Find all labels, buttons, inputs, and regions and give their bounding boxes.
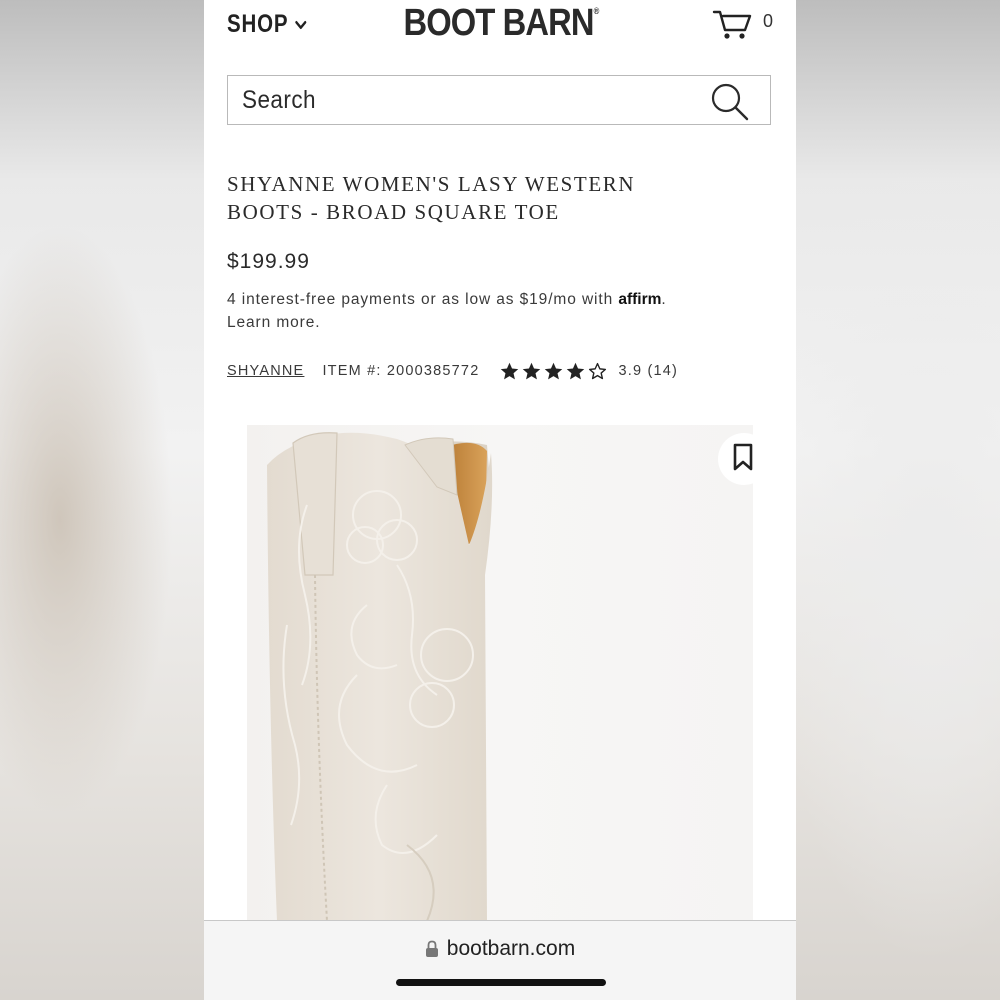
shop-menu-button[interactable]: SHOP [227, 10, 308, 39]
learn-more-link[interactable]: Learn more. [227, 314, 320, 331]
cart-count: 0 [763, 11, 774, 31]
search-icon[interactable] [710, 82, 750, 122]
site-header: SHOP BOOT BARN® 0 [204, 0, 796, 54]
browser-address-bar[interactable]: bootbarn.com [204, 921, 796, 1000]
search-placeholder: Search [242, 86, 316, 114]
boot-image [267, 432, 493, 921]
affirm-logo: affirm [618, 291, 662, 308]
star-filled-icon [567, 362, 585, 379]
phone-screen: SHOP BOOT BARN® 0 Search SHYANNE WOMEN'S… [204, 0, 796, 1000]
boot-barn-logo[interactable]: BOOT BARN® [398, 2, 604, 45]
product-meta: SHYANNE ITEM #: 2000385772 3.9 (14) [227, 360, 678, 382]
url-text: bootbarn.com [446, 937, 576, 960]
chevron-down-icon [295, 20, 307, 29]
rating-stars[interactable] [499, 361, 608, 382]
financing-info: 4 interest-free payments or as low as $1… [227, 288, 767, 334]
url-display[interactable]: bootbarn.com [204, 937, 796, 961]
bookmark-icon [733, 443, 753, 471]
product-title: SHYANNE WOMEN'S LASY WESTERN BOOTS - BRO… [227, 170, 747, 226]
product-price: $199.99 [227, 250, 310, 273]
product-title-line-2: BOOTS - BROAD SQUARE TOE [227, 200, 560, 224]
star-filled-icon [501, 362, 519, 379]
star-filled-icon [545, 362, 563, 379]
search-input[interactable]: Search [227, 75, 771, 125]
cart-icon[interactable] [712, 8, 756, 40]
item-number: ITEM #: 2000385772 [322, 363, 480, 379]
product-title-line-1: SHYANNE WOMEN'S LASY WESTERN [227, 172, 636, 196]
star-empty-icon [589, 362, 607, 379]
financing-text: 4 interest-free payments or as low as $1… [227, 291, 614, 308]
financing-end: . [661, 291, 667, 308]
lock-icon [425, 940, 438, 957]
shop-label: SHOP [227, 10, 289, 38]
product-image[interactable] [247, 425, 753, 921]
logo-registered-mark: ® [593, 6, 600, 16]
brand-link[interactable]: SHYANNE [227, 363, 304, 379]
logo-text: BOOT BARN [403, 2, 594, 44]
rating-text: 3.9 (14) [618, 363, 679, 379]
star-filled-icon [523, 362, 541, 379]
home-indicator[interactable] [396, 979, 606, 986]
